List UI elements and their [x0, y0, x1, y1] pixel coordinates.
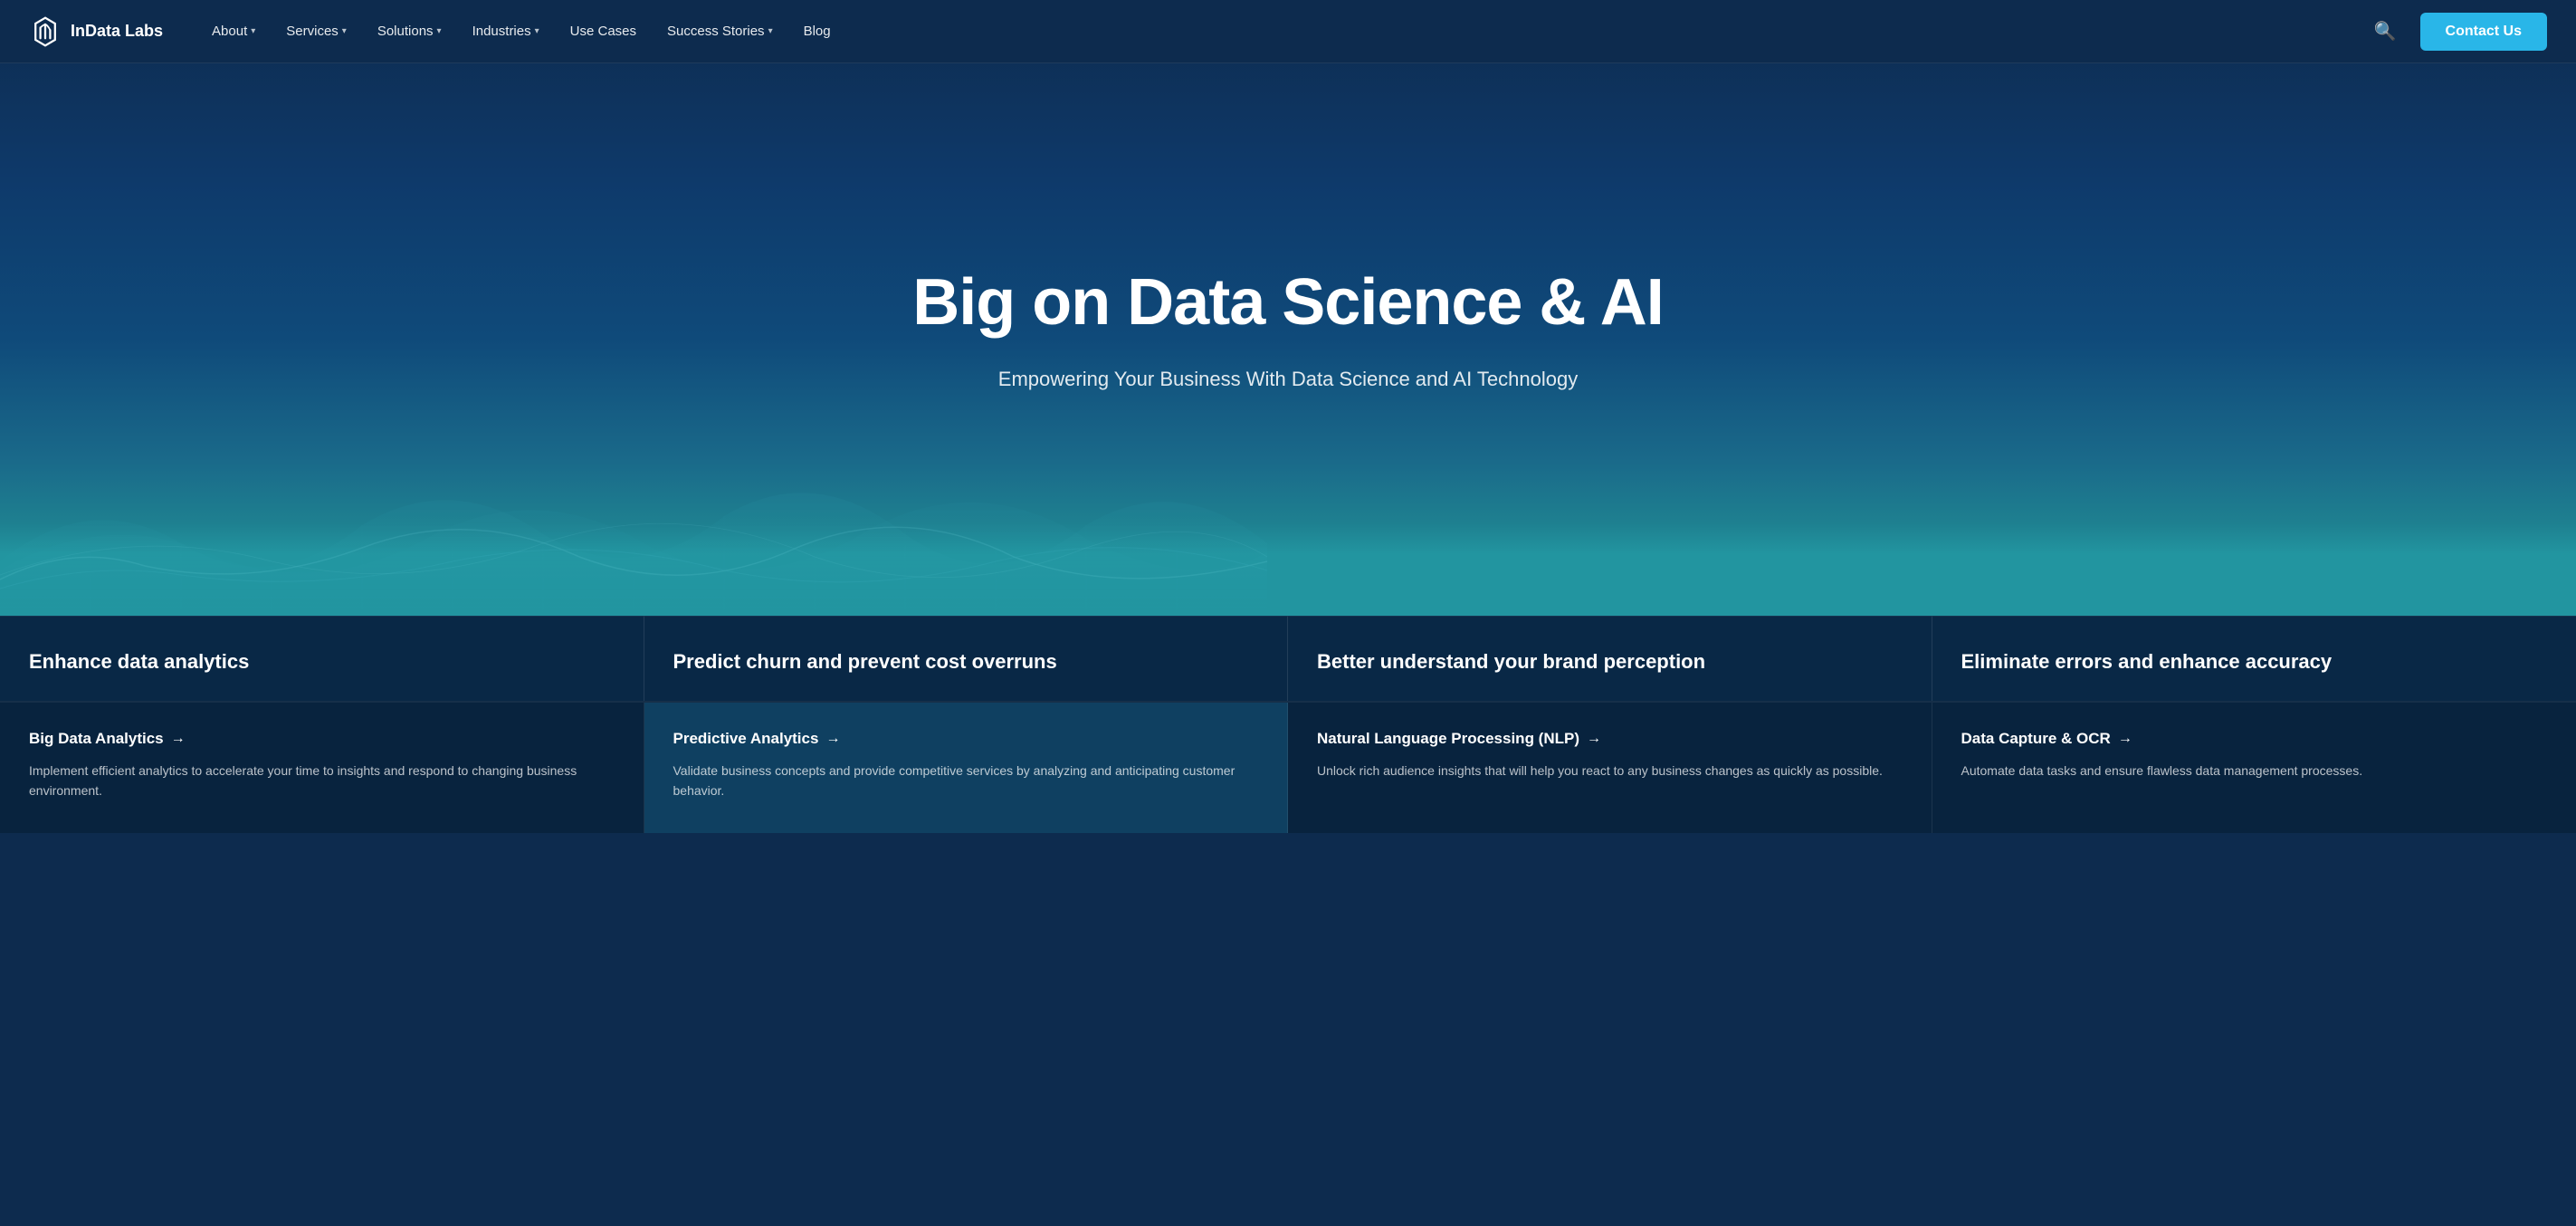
arrow-right-icon: →	[825, 731, 840, 747]
feature-card-title: Enhance data analytics	[29, 649, 615, 675]
service-card-0: Big Data Analytics → Implement efficient…	[0, 703, 644, 834]
hero-section: Big on Data Science & AI Empowering Your…	[0, 0, 2576, 616]
nav-label: Solutions	[377, 24, 434, 39]
nav-item-services[interactable]: Services▾	[273, 16, 359, 46]
nav-item-about[interactable]: About ▾	[199, 16, 268, 46]
service-card-2: Natural Language Processing (NLP) → Unlo…	[1288, 703, 1932, 834]
nav-item-industries[interactable]: Industries ▾	[460, 16, 552, 46]
feature-card-1: Predict churn and prevent cost overruns	[644, 616, 1289, 701]
service-description: Unlock rich audience insights that will …	[1317, 761, 1903, 781]
chevron-down-icon: ▾	[342, 26, 347, 36]
logo-text: InData Labs	[71, 22, 163, 41]
arrow-right-icon: →	[2118, 731, 2132, 747]
nav-label: About	[212, 24, 247, 39]
nav-item-use-cases[interactable]: Use Cases	[558, 16, 649, 46]
feature-card-2: Better understand your brand perception	[1288, 616, 1932, 701]
chevron-down-icon: ▾	[437, 26, 442, 36]
nav-label: Services	[286, 24, 339, 39]
navbar: InData Labs About▾Services▾Solutions▾Ind…	[0, 0, 2576, 63]
hero-title: Big on Data Science & AI	[912, 267, 1664, 339]
cards-section: Enhance data analytics Predict churn and …	[0, 616, 2576, 701]
logo-icon	[29, 15, 62, 48]
hero-content: Big on Data Science & AI Empowering Your…	[876, 195, 1700, 484]
service-description: Automate data tasks and ensure flawless …	[1961, 761, 2548, 781]
feature-card-title: Eliminate errors and enhance accuracy	[1961, 649, 2548, 675]
nav-item-solutions[interactable]: Solutions▾	[365, 16, 454, 46]
hero-subtitle: Empowering Your Business With Data Scien…	[971, 364, 1605, 394]
service-description: Implement efficient analytics to acceler…	[29, 761, 615, 801]
chevron-down-icon: ▾	[535, 26, 539, 36]
feature-card-3: Eliminate errors and enhance accuracy	[1932, 616, 2576, 701]
nav-label: Industries	[472, 24, 531, 39]
service-link-2[interactable]: Natural Language Processing (NLP) →	[1317, 730, 1903, 748]
service-title: Data Capture & OCR	[1961, 730, 2111, 748]
nav-label: Success Stories	[667, 24, 765, 39]
service-link-1[interactable]: Predictive Analytics →	[673, 730, 1259, 748]
service-title: Predictive Analytics	[673, 730, 819, 748]
search-button[interactable]: 🔍	[2369, 14, 2402, 48]
nav-item-success-stories[interactable]: Success Stories▾	[654, 16, 786, 46]
feature-card-title: Predict churn and prevent cost overruns	[673, 649, 1259, 675]
service-link-3[interactable]: Data Capture & OCR →	[1961, 730, 2548, 748]
search-icon: 🔍	[2374, 22, 2397, 42]
nav-label: Blog	[804, 24, 831, 39]
feature-card-title: Better understand your brand perception	[1317, 649, 1903, 675]
nav-label: Use Cases	[570, 24, 636, 39]
service-description: Validate business concepts and provide c…	[673, 761, 1259, 801]
service-title: Big Data Analytics	[29, 730, 164, 748]
logo[interactable]: InData Labs	[29, 15, 163, 48]
service-title: Natural Language Processing (NLP)	[1317, 730, 1579, 748]
nav-right: 🔍 Contact Us	[2369, 13, 2547, 51]
contact-button[interactable]: Contact Us	[2420, 13, 2547, 51]
service-card-3: Data Capture & OCR → Automate data tasks…	[1932, 703, 2576, 834]
nav-links: About▾Services▾Solutions▾Industries▾Use …	[199, 16, 2369, 46]
arrow-right-icon: →	[1587, 731, 1601, 747]
chevron-down-icon: ▾	[768, 26, 773, 36]
nav-item-blog[interactable]: Blog	[791, 16, 844, 46]
service-link-0[interactable]: Big Data Analytics →	[29, 730, 615, 748]
services-section: Big Data Analytics → Implement efficient…	[0, 701, 2576, 834]
feature-card-0: Enhance data analytics	[0, 616, 644, 701]
chevron-down-icon: ▾	[251, 26, 255, 36]
arrow-right-icon: →	[171, 731, 186, 747]
service-card-1: Predictive Analytics → Validate business…	[644, 703, 1289, 834]
